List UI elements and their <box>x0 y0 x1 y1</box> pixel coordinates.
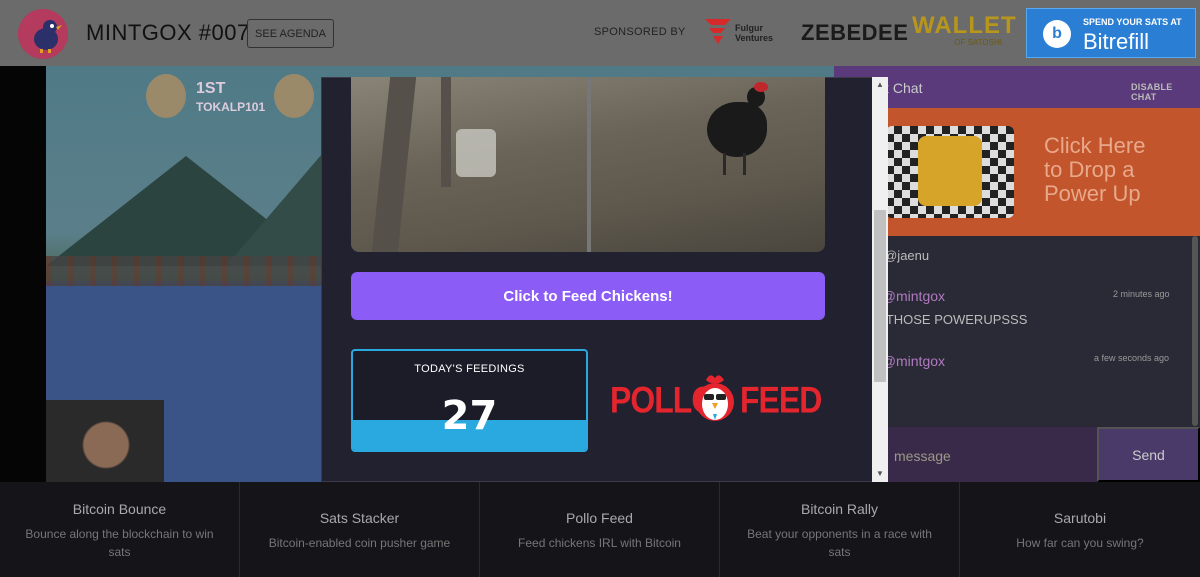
pollo-feed-logo: POLLO FEED <box>610 368 822 428</box>
game-card-sats-stacker[interactable]: Sats Stacker Bitcoin-enabled coin pusher… <box>240 482 480 577</box>
game-name: Sats Stacker <box>319 510 400 526</box>
feedings-count: 27 <box>441 393 498 439</box>
chat-timestamp: 2 minutes ago <box>1113 289 1170 299</box>
game-card-sarutobi[interactable]: Sarutobi How far can you swing? <box>960 482 1200 577</box>
chicken-leg <box>743 153 746 175</box>
power-up-text: Click Here to Drop a Power Up <box>1044 133 1146 206</box>
game-card-pollo-feed[interactable]: Pollo Feed Feed chickens IRL with Bitcoi… <box>480 482 720 577</box>
send-button[interactable]: Send <box>1097 427 1200 482</box>
racer-position: 1ST <box>196 80 226 97</box>
game-description: How far can you swing? <box>1016 536 1144 550</box>
wallet-logo-subtext: OF SATOSHI <box>954 38 1002 47</box>
rooster-icon <box>696 375 734 421</box>
chat-title: x Chat <box>882 80 923 96</box>
event-logo[interactable] <box>18 9 68 59</box>
streamer-webcam <box>46 400 164 482</box>
bitrefill-banner[interactable]: b SPEND YOUR SATS AT Bitrefill <box>1026 8 1196 58</box>
racer-name: TOKALP101 <box>196 100 266 114</box>
todays-feedings-counter: TODAY'S FEEDINGS 27 <box>351 349 588 452</box>
video-letterbox <box>0 66 46 482</box>
event-title: MINTGOX #007 <box>86 20 250 45</box>
power-up-banner[interactable]: Click Here to Drop a Power Up <box>834 108 1200 236</box>
game-name: Sarutobi <box>1053 510 1107 526</box>
bitrefill-tagline: SPEND YOUR SATS AT <box>1083 17 1182 27</box>
sponsor-fulgur-logo[interactable]: Fulgur Ventures <box>705 15 785 49</box>
chat-message: P THOSE POWERUPSSS <box>874 312 1028 327</box>
sponsored-by-label: SPONSORED BY <box>594 26 686 38</box>
fence-post <box>371 77 417 252</box>
disable-chat-button[interactable]: DISABLE CHAT <box>1131 82 1200 102</box>
game-name: Pollo Feed <box>566 510 633 526</box>
game-name: Bitcoin Rally <box>800 501 879 517</box>
scroll-down-arrow-icon[interactable]: ▼ <box>874 467 886 479</box>
see-agenda-button[interactable]: SEE AGENDA <box>247 19 334 48</box>
fulgur-text: Fulgur Ventures <box>735 23 774 43</box>
trophy-badge-icon <box>918 136 982 206</box>
chat-input-placeholder: message <box>894 448 951 464</box>
game-description: Beat your opponents in a race with sats <box>747 527 932 559</box>
plastic-bag <box>456 129 496 177</box>
chat-panel: x Chat DISABLE CHAT Click Here to Drop a… <box>834 66 1200 482</box>
chicken-camera-feed <box>351 77 825 252</box>
chat-header: x Chat DISABLE CHAT <box>834 66 1200 108</box>
sponsor-zebedee-logo[interactable]: ZEBEDEE <box>801 20 908 46</box>
game-name: Bitcoin Bounce <box>72 501 167 517</box>
chat-timestamp: a few seconds ago <box>1094 353 1170 363</box>
feed-logo-text: FEED <box>740 379 822 421</box>
fulgur-mark-icon <box>705 19 731 44</box>
bird-logo-icon <box>34 20 62 53</box>
top-header: MINTGOX #007 SEE AGENDA SPONSORED BY Ful… <box>0 0 1200 66</box>
chat-scrollbar[interactable] <box>1192 236 1198 426</box>
scroll-up-arrow-icon[interactable]: ▲ <box>874 78 886 90</box>
sponsor-wallet-of-satoshi-logo[interactable]: WALLET OF SATOSHI <box>912 12 1017 50</box>
wallet-logo-text: WALLET <box>912 12 1017 39</box>
chicken-comb <box>754 82 768 92</box>
game-card-bitcoin-bounce[interactable]: Bitcoin Bounce Bounce along the blockcha… <box>0 482 240 577</box>
racer-avatar <box>146 74 186 118</box>
game-card-bitcoin-rally[interactable]: Bitcoin Rally Beat your opponents in a r… <box>720 482 960 577</box>
feedings-label: TODAY'S FEEDINGS <box>414 363 525 375</box>
game-description: Bounce along the blockchain to win sats <box>25 527 214 559</box>
chicken <box>707 102 767 157</box>
bitrefill-name: Bitrefill <box>1083 29 1150 54</box>
bitrefill-icon: b <box>1043 20 1071 48</box>
feed-chickens-button[interactable]: Click to Feed Chickens! <box>351 272 825 320</box>
fence-wire <box>587 77 591 252</box>
fence-post <box>441 77 451 187</box>
game-description: Bitcoin-enabled coin pusher game <box>268 536 451 550</box>
racer-avatar <box>274 74 314 118</box>
game-description: Feed chickens IRL with Bitcoin <box>518 536 681 550</box>
games-list: Bitcoin Bounce Bounce along the blockcha… <box>0 482 1200 577</box>
modal-scrollbar-thumb[interactable] <box>874 210 886 382</box>
chicken-leg <box>723 153 726 175</box>
